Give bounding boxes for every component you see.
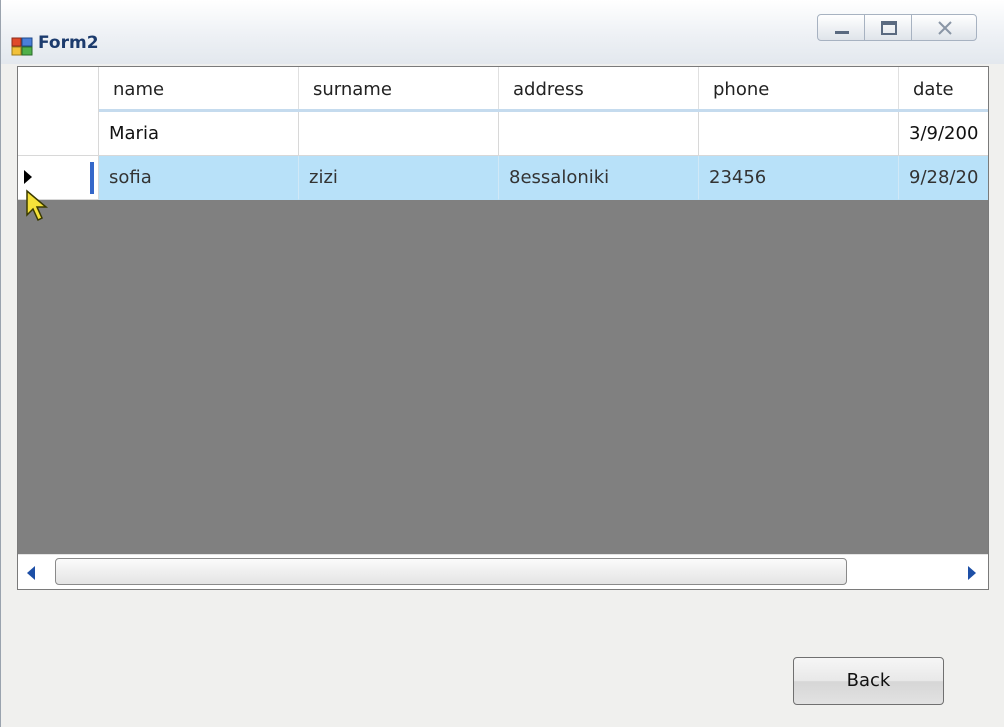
cell-phone[interactable]: 23456 xyxy=(699,156,899,200)
scrollbar-thumb[interactable] xyxy=(55,558,847,585)
close-button[interactable] xyxy=(911,14,977,41)
column-header-surname[interactable]: surname xyxy=(299,67,499,109)
cell-surname[interactable]: zizi xyxy=(299,156,499,200)
select-all-corner[interactable] xyxy=(18,67,99,112)
scroll-left-arrow-icon[interactable] xyxy=(24,564,38,582)
minimize-button[interactable] xyxy=(817,14,865,41)
cell-name[interactable]: Maria xyxy=(99,112,299,156)
cell-date[interactable]: 9/28/20 xyxy=(899,156,988,200)
form2-window: Form2 name surname address phone date Ma… xyxy=(0,0,1004,727)
cell-address[interactable]: 8essaloniki xyxy=(499,156,699,200)
row-header[interactable] xyxy=(18,112,99,156)
column-header-date[interactable]: date xyxy=(899,67,988,109)
scroll-right-arrow-icon[interactable] xyxy=(965,564,979,582)
table-row-selected[interactable]: sofia zizi 8essaloniki 23456 9/28/20 xyxy=(18,156,988,200)
current-row-indicator-icon xyxy=(24,170,32,184)
maximize-icon xyxy=(881,21,897,35)
data-grid[interactable]: name surname address phone date Maria 3/… xyxy=(17,66,989,590)
column-header-address[interactable]: address xyxy=(499,67,699,109)
minimize-icon xyxy=(835,31,849,34)
cell-surname[interactable] xyxy=(299,112,499,156)
selection-bar xyxy=(90,162,94,194)
back-button[interactable]: Back xyxy=(793,657,944,705)
column-header-name[interactable]: name xyxy=(99,67,299,109)
cell-address[interactable] xyxy=(499,112,699,156)
cell-name[interactable]: sofia xyxy=(99,156,299,200)
horizontal-scrollbar[interactable] xyxy=(18,554,988,589)
table-row[interactable]: Maria 3/9/200 xyxy=(18,112,988,156)
grid-header: name surname address phone date xyxy=(18,67,988,112)
cell-date[interactable]: 3/9/200 xyxy=(899,112,988,156)
column-header-phone[interactable]: phone xyxy=(699,67,899,109)
maximize-button[interactable] xyxy=(864,14,912,41)
title-bar[interactable]: Form2 xyxy=(1,0,1004,64)
cell-phone[interactable] xyxy=(699,112,899,156)
close-icon xyxy=(938,21,952,35)
window-title: Form2 xyxy=(38,33,99,53)
mouse-pointer-icon xyxy=(26,189,49,222)
app-icon xyxy=(11,37,33,56)
